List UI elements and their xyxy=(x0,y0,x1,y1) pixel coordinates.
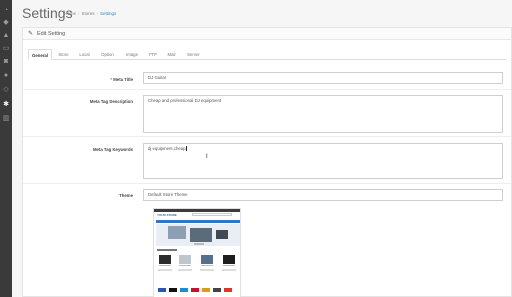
preview-product-buttons xyxy=(158,269,172,271)
breadcrumb-separator: › xyxy=(96,11,99,16)
text-caret xyxy=(186,146,187,151)
preview-product-text xyxy=(179,265,191,266)
pencil-icon: ✎ xyxy=(28,31,34,37)
panel-heading: ✎ Edit Setting xyxy=(23,28,511,40)
tab-mail[interactable]: Mail xyxy=(163,49,180,60)
preview-topbar xyxy=(154,209,240,212)
preview-nav xyxy=(156,220,240,223)
tag-icon[interactable]: ◆ xyxy=(2,19,10,27)
preview-product-buttons xyxy=(200,269,214,271)
breadcrumb-separator: › xyxy=(78,11,80,16)
meta-title-label: * Meta Title xyxy=(23,77,133,82)
meta-description-textarea[interactable]: Cheap and professional DJ equipment xyxy=(143,95,503,133)
cog-icon[interactable]: ✱ xyxy=(2,101,10,109)
theme-preview-image: YOUR STORE xyxy=(153,208,241,297)
theme-label: Theme xyxy=(119,193,133,198)
page-header: Settings Home › Stores › Settings xyxy=(12,0,512,26)
edit-setting-panel: ✎ Edit Setting General Store Local Optio… xyxy=(22,27,512,297)
left-sidebar: ◔ ◆ ▲ ▭ ◙ ● ◇ ✱ ▥ xyxy=(0,0,12,297)
meta-title-row: * Meta Title DJ Guitar xyxy=(23,68,511,90)
main-content: Settings Home › Stores › Settings ✎ Edit Set… xyxy=(12,0,512,297)
preview-product xyxy=(222,255,236,267)
preview-product-buttons xyxy=(178,269,192,271)
preview-brand-logo xyxy=(224,288,232,292)
breadcrumb-settings[interactable]: Settings xyxy=(100,11,116,16)
preview-product-text xyxy=(159,265,171,266)
preview-brand-logo xyxy=(180,288,188,292)
settings-tabs: General Store Local Option Image FTP Mai… xyxy=(28,49,506,60)
meta-description-row: Meta Tag Description Cheap and professio… xyxy=(23,91,511,137)
tab-local[interactable]: Local xyxy=(75,49,94,60)
monitor-icon[interactable]: ▭ xyxy=(2,45,10,53)
preview-brand-logo xyxy=(169,288,177,292)
preview-product-buttons xyxy=(222,269,236,271)
share-icon[interactable]: ◇ xyxy=(2,86,10,94)
preview-product-image xyxy=(223,255,235,264)
tab-store[interactable]: Store xyxy=(54,49,73,60)
panel-heading-text: Edit Setting xyxy=(37,31,66,37)
preview-product-image xyxy=(201,255,213,264)
preview-banner-device xyxy=(168,226,186,239)
meta-description-label: Meta Tag Description xyxy=(89,99,133,104)
preview-brand-logo xyxy=(213,288,221,292)
theme-row: Theme Default Store Theme xyxy=(23,185,511,297)
ibeam-cursor-icon: I xyxy=(206,154,208,160)
meta-title-label-text: Meta Title xyxy=(113,77,133,82)
preview-banner-dots xyxy=(194,243,204,245)
tab-option[interactable]: Option xyxy=(96,49,119,60)
preview-product-image xyxy=(159,255,171,264)
dashboard-icon[interactable]: ◔ xyxy=(2,7,10,15)
preview-search xyxy=(192,213,232,216)
tab-general[interactable]: General xyxy=(28,49,52,60)
preview-product-text xyxy=(223,265,235,266)
theme-select[interactable]: Default Store Theme xyxy=(143,189,503,201)
tab-server[interactable]: Server xyxy=(182,49,205,60)
breadcrumb-home[interactable]: Home xyxy=(64,11,76,16)
tab-image[interactable]: Image xyxy=(121,49,143,60)
preview-product xyxy=(158,255,172,267)
user-icon[interactable]: ● xyxy=(2,72,10,80)
preview-banner-device xyxy=(190,228,212,242)
preview-banner xyxy=(156,224,240,246)
breadcrumb-stores[interactable]: Stores xyxy=(82,11,95,16)
meta-keywords-value: dj equipment,cheap xyxy=(148,146,186,151)
meta-title-input[interactable]: DJ Guitar xyxy=(143,72,503,84)
meta-keywords-textarea[interactable]: dj equipment,cheap xyxy=(143,143,503,179)
meta-keywords-label: Meta Tag Keywords xyxy=(92,147,133,152)
preview-product xyxy=(178,255,192,267)
preview-brand-logo xyxy=(191,288,199,292)
chart-icon[interactable]: ▥ xyxy=(2,115,10,123)
preview-brand-logos xyxy=(156,287,240,294)
cart-icon[interactable]: ◙ xyxy=(2,58,10,66)
preview-featured-heading xyxy=(157,249,177,251)
preview-brand-logo xyxy=(158,288,166,292)
preview-logo: YOUR STORE xyxy=(157,213,177,217)
preview-banner-device xyxy=(216,230,228,239)
meta-keywords-row: Meta Tag Keywords dj equipment,cheap I xyxy=(23,138,511,184)
puzzle-icon[interactable]: ▲ xyxy=(2,32,10,40)
preview-brand-logo xyxy=(202,288,210,292)
breadcrumb: Home › Stores › Settings xyxy=(64,11,116,16)
preview-product-image xyxy=(179,255,191,264)
tab-ftp[interactable]: FTP xyxy=(145,49,161,60)
preview-product-text xyxy=(201,265,213,266)
preview-product xyxy=(200,255,214,267)
